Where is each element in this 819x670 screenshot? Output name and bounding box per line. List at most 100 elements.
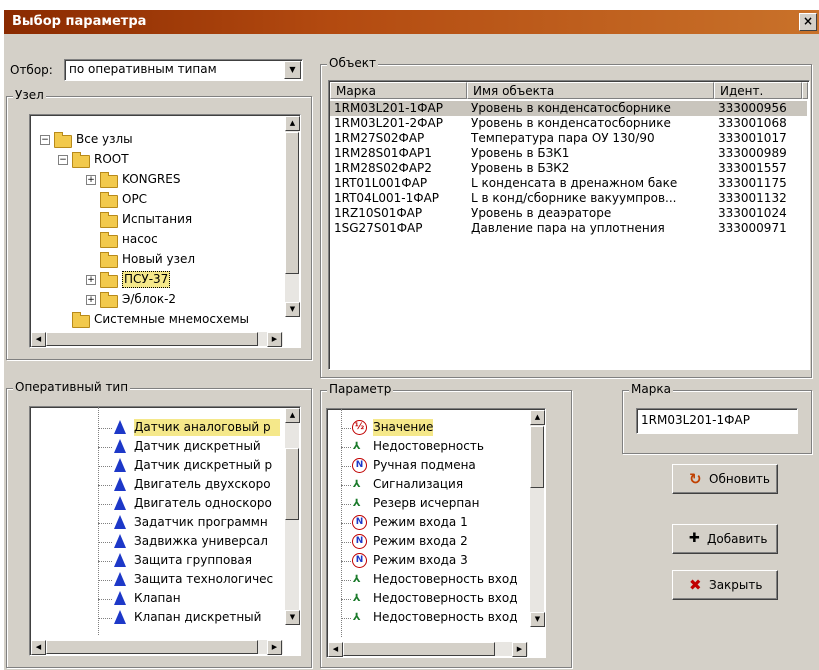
expand-icon[interactable]: + (86, 295, 96, 305)
scroll-up-icon[interactable]: ▲ (530, 410, 545, 425)
tree-item[interactable]: насос (30, 231, 280, 248)
optype-hscroll[interactable]: ◀ ▶ (31, 640, 283, 655)
window-title: Выбор параметра (12, 14, 147, 29)
tree-item[interactable]: Системные мнемосхемы (30, 311, 280, 328)
list-item[interactable]: Клапан (30, 590, 280, 607)
refresh-button[interactable]: ↻ Обновить (672, 464, 778, 494)
scroll-thumb[interactable] (530, 426, 544, 488)
list-item[interactable]: ⅄ Недостоверность вход (327, 571, 527, 588)
table-row[interactable]: 1RM28S02ФАР2 Уровень в БЗК2 333001557 (330, 161, 807, 176)
close-button-label: Закрыть (709, 578, 763, 592)
table-row[interactable]: 1RM03L201-1ФАР Уровень в конденсатосборни… (330, 101, 807, 116)
table-row[interactable]: 1RM03L201-2ФАР Уровень в конденсатосборни… (330, 116, 807, 131)
column-header-mark[interactable]: Марка (330, 82, 467, 99)
add-button[interactable]: ✚ Добавить (672, 524, 778, 554)
signal-icon: ⅄ (353, 574, 361, 585)
list-item[interactable]: Клапан дискретный (30, 609, 280, 626)
scroll-thumb[interactable] (343, 642, 495, 656)
list-item[interactable]: ⅄ Резерв исчерпан (327, 495, 527, 512)
cell-mark: 1RZ10S01ФАР (334, 206, 423, 220)
param-list[interactable]: ½ Значение ⅄ Недостоверность N Ручная подмена… (326, 408, 546, 658)
collapse-icon[interactable]: − (40, 135, 50, 145)
tree-item[interactable]: − Все узлы (30, 131, 280, 148)
table-row[interactable]: 1RT04L001-1ФАР L в конд/сборнике вакуумпр… (330, 191, 807, 206)
optype-list[interactable]: Датчик аналоговый р Датчик дискретный Датч… (29, 406, 301, 656)
collapse-icon[interactable]: − (58, 155, 68, 165)
param-hscroll[interactable]: ◀ ▶ (328, 642, 528, 657)
title-bar[interactable]: Выбор параметра × (4, 10, 819, 34)
tree-item-label: ПСУ-37 (122, 271, 171, 288)
table-row[interactable]: 1RZ10S01ФАР Уровень в деаэраторе 333001024 (330, 206, 807, 221)
node-tree[interactable]: − Все узлы − ROOT + KONGRES OPC Испытания насос Н… (29, 114, 301, 348)
tree-item[interactable]: Новый узел (30, 251, 280, 268)
tree-item[interactable]: OPC (30, 191, 280, 208)
tree-line (341, 542, 351, 543)
scroll-thumb[interactable] (285, 132, 299, 274)
scroll-right-icon[interactable]: ▶ (267, 332, 282, 347)
mark-input[interactable]: 1RM03L201-1ФАР (636, 408, 798, 434)
list-item[interactable]: ⅄ Недостоверность вход (327, 590, 527, 607)
scroll-right-icon[interactable]: ▶ (512, 642, 527, 657)
optype-vscroll[interactable]: ▲ ▼ (285, 408, 300, 625)
scroll-thumb[interactable] (46, 332, 258, 346)
tree-item[interactable]: + KONGRES (30, 171, 280, 188)
list-item[interactable]: Двигатель двухскоро (30, 476, 280, 493)
list-item[interactable]: ⅄ Сигнализация (327, 476, 527, 493)
list-item[interactable]: Защита технологичес (30, 571, 280, 588)
column-header-ident[interactable]: Идент. (714, 82, 802, 99)
node-tree-vscroll[interactable]: ▲ ▼ (285, 116, 300, 317)
scroll-thumb[interactable] (285, 448, 299, 520)
cell-ident: 333001017 (718, 131, 787, 145)
tree-line (98, 580, 112, 581)
list-item[interactable]: Двигатель односкоро (30, 495, 280, 512)
scroll-right-icon[interactable]: ▶ (267, 640, 282, 655)
table-row[interactable]: 1RM27S02ФАР Температура пара ОУ 130/90 333… (330, 131, 807, 146)
column-header-object-name[interactable]: Имя объекта (467, 82, 714, 99)
filter-combobox[interactable]: по оперативным типам ▼ (64, 59, 303, 81)
value-icon: ½ (352, 420, 367, 435)
tree-item[interactable]: + Э/блок-2 (30, 291, 280, 308)
list-item[interactable]: N Ручная подмена (327, 457, 527, 474)
tree-item[interactable]: + ПСУ-37 (30, 271, 280, 288)
list-item[interactable]: N Режим входа 2 (327, 533, 527, 550)
table-row[interactable]: 1RT01L001ФАР L конденсата в дренажном бак… (330, 176, 807, 191)
close-button[interactable]: ✖ Закрыть (672, 570, 778, 600)
list-item[interactable]: Датчик дискретный р (30, 457, 280, 474)
list-item[interactable]: Задатчик программн (30, 514, 280, 531)
scroll-left-icon[interactable]: ◀ (328, 642, 343, 657)
tree-item[interactable]: Испытания (30, 211, 280, 228)
list-item[interactable]: Задвижка универсал (30, 533, 280, 550)
list-item-label: Датчик дискретный р (134, 458, 273, 472)
scroll-left-icon[interactable]: ◀ (31, 332, 46, 347)
signal-icon: ⅄ (353, 441, 361, 452)
triangle-icon (114, 496, 126, 510)
list-item[interactable]: Датчик аналоговый р (30, 419, 280, 436)
list-item[interactable]: Защита групповая (30, 552, 280, 569)
table-row[interactable]: 1SG27S01ФАР Давление пара на уплотнения 33… (330, 221, 807, 236)
table-row[interactable]: 1RM28S01ФАР1 Уровень в БЗК1 333000989 (330, 146, 807, 161)
list-item[interactable]: N Режим входа 3 (327, 552, 527, 569)
list-item[interactable]: ⅄ Недостоверность вход (327, 609, 527, 626)
list-item[interactable]: ½ Значение (327, 419, 527, 436)
chevron-down-icon[interactable]: ▼ (284, 61, 301, 79)
close-window-button[interactable]: × (799, 13, 817, 31)
scroll-thumb[interactable] (46, 640, 258, 654)
scroll-down-icon[interactable]: ▼ (285, 302, 300, 317)
scroll-down-icon[interactable]: ▼ (530, 612, 545, 627)
scroll-left-icon[interactable]: ◀ (31, 640, 46, 655)
tree-item[interactable]: − ROOT (30, 151, 280, 168)
expand-icon[interactable]: + (86, 175, 96, 185)
node-tree-hscroll[interactable]: ◀ ▶ (31, 332, 283, 347)
cell-mark: 1RT01L001ФАР (334, 176, 428, 190)
triangle-icon (114, 458, 126, 472)
list-item[interactable]: ⅄ Недостоверность (327, 438, 527, 455)
expand-icon[interactable]: + (86, 275, 96, 285)
folder-icon (100, 292, 118, 308)
param-vscroll[interactable]: ▲ ▼ (530, 410, 545, 627)
scroll-up-icon[interactable]: ▲ (285, 408, 300, 423)
list-item[interactable]: Датчик дискретный (30, 438, 280, 455)
object-table[interactable]: Марка Имя объекта Идент. 1RM03L201-1ФАР У… (328, 80, 810, 370)
scroll-down-icon[interactable]: ▼ (285, 610, 300, 625)
scroll-up-icon[interactable]: ▲ (285, 116, 300, 131)
list-item[interactable]: N Режим входа 1 (327, 514, 527, 531)
